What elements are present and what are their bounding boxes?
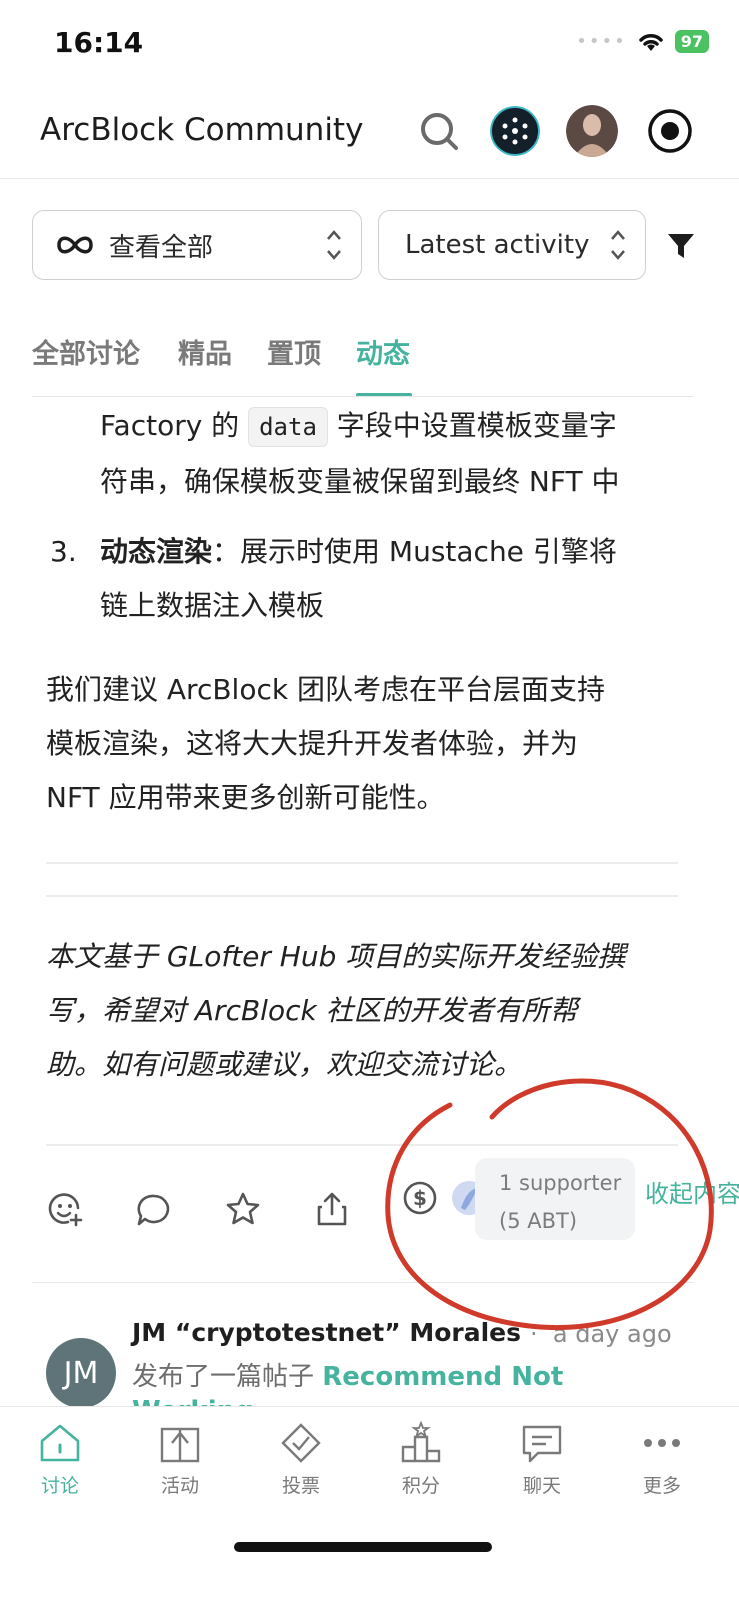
leaderboard-icon <box>401 1420 441 1463</box>
arcblock-logo-icon[interactable] <box>490 106 540 156</box>
list-item-text: 字段中设置模板变量字 <box>336 409 617 442</box>
list-item-line: Factory 的 data 字段中设置模板变量字 <box>100 398 617 453</box>
sort-select-value: Latest activity <box>405 230 590 260</box>
chevron-updown-icon <box>611 230 625 260</box>
status-indicators: •••• 97 <box>576 30 709 53</box>
sort-select[interactable]: Latest activity <box>378 210 646 280</box>
add-reaction-icon[interactable] <box>48 1192 84 1228</box>
home-indicator <box>234 1542 492 1552</box>
wifi-icon <box>638 33 663 51</box>
nav-chat[interactable]: 聊天 <box>492 1419 592 1498</box>
activity-action: 发布了一篇帖子 <box>132 1362 315 1392</box>
activity-description: 发布了一篇帖子 Recommend Not <box>132 1356 563 1393</box>
infinity-icon <box>57 236 93 254</box>
list-item-line: 链上数据注入模板 <box>100 589 325 622</box>
tabs-divider <box>32 396 694 397</box>
nav-events[interactable]: 活动 <box>130 1419 230 1498</box>
search-icon[interactable] <box>418 110 460 152</box>
list-item-bold: 动态渲染 <box>100 535 213 568</box>
chat-icon <box>522 1425 562 1463</box>
user-avatar[interactable] <box>566 105 618 157</box>
nav-label: 讨论 <box>40 1475 79 1497</box>
chevron-updown-icon <box>327 230 341 260</box>
comment-icon[interactable] <box>136 1192 172 1228</box>
nav-label: 活动 <box>160 1475 199 1497</box>
nav-vote[interactable]: 投票 <box>251 1419 351 1498</box>
nav-label: 积分 <box>401 1475 440 1497</box>
tab-featured[interactable]: 精品 <box>178 332 232 371</box>
divider <box>46 895 678 897</box>
app-title: ArcBlock Community <box>40 112 364 148</box>
vote-icon <box>281 1423 321 1463</box>
star-icon[interactable] <box>224 1190 262 1228</box>
scope-select[interactable]: 查看全部 <box>32 210 362 280</box>
record-icon[interactable] <box>646 107 694 155</box>
bottom-navigation: 讨论 活动 投票 积分 聊天 更多 <box>0 1406 739 1601</box>
tab-pinned[interactable]: 置顶 <box>267 332 321 371</box>
signal-icon: •••• <box>576 31 627 52</box>
list-item-line: 符串，确保模板变量被保留到最终 NFT 中 <box>100 465 620 498</box>
activity-post-link[interactable]: Recommend Not <box>322 1362 563 1392</box>
nav-points[interactable]: 积分 <box>371 1419 471 1498</box>
gift-icon <box>160 1427 200 1463</box>
inline-code: data <box>248 407 328 447</box>
scope-select-value: 查看全部 <box>109 232 214 263</box>
note-line: 本文基于 GLofter Hub 项目的实际开发经验撰 <box>46 940 626 973</box>
nav-label: 投票 <box>281 1475 320 1497</box>
home-icon <box>40 1424 80 1462</box>
divider <box>46 862 678 864</box>
nav-more[interactable]: 更多 <box>612 1419 712 1498</box>
status-time: 16:14 <box>54 26 144 59</box>
list-item-line: 动态渲染：展示时使用 Mustache 引擎将 <box>100 524 617 579</box>
paragraph-line: 模板渲染，这将大大提升开发者体验，并为 <box>46 727 579 760</box>
nav-discussion[interactable]: 讨论 <box>10 1419 110 1498</box>
paragraph-line: 我们建议 ArcBlock 团队考虑在平台层面支持 <box>46 673 605 706</box>
article-paragraph: 我们建议 ArcBlock 团队考虑在平台层面支持 模板渲染，这将大大提升开发者… <box>46 663 686 825</box>
battery-indicator: 97 <box>674 30 709 53</box>
header-divider <box>0 178 739 179</box>
note-line: 写，希望对 ArcBlock 社区的开发者有所帮 <box>46 994 578 1027</box>
list-item-text: ：展示时使用 Mustache 引擎将 <box>212 535 617 568</box>
nav-label: 聊天 <box>522 1475 561 1497</box>
list-number: 3. <box>50 535 77 568</box>
filter-icon[interactable] <box>666 232 696 260</box>
nav-label: 更多 <box>642 1475 681 1497</box>
paragraph-line: NFT 应用带来更多创新可能性。 <box>46 781 445 814</box>
tab-all-discussions[interactable]: 全部讨论 <box>32 332 140 371</box>
annotation-circle <box>385 1078 714 1331</box>
share-icon[interactable] <box>314 1190 350 1228</box>
article-note: 本文基于 GLofter Hub 项目的实际开发经验撰 写，希望对 ArcBlo… <box>46 930 686 1092</box>
more-icon <box>644 1439 680 1447</box>
activity-post-link-continued[interactable]: Working <box>132 1396 254 1406</box>
activity-user-avatar[interactable]: JM <box>46 1338 116 1408</box>
tab-activity[interactable]: 动态 <box>356 332 410 371</box>
list-item-text: Factory 的 <box>100 409 240 442</box>
